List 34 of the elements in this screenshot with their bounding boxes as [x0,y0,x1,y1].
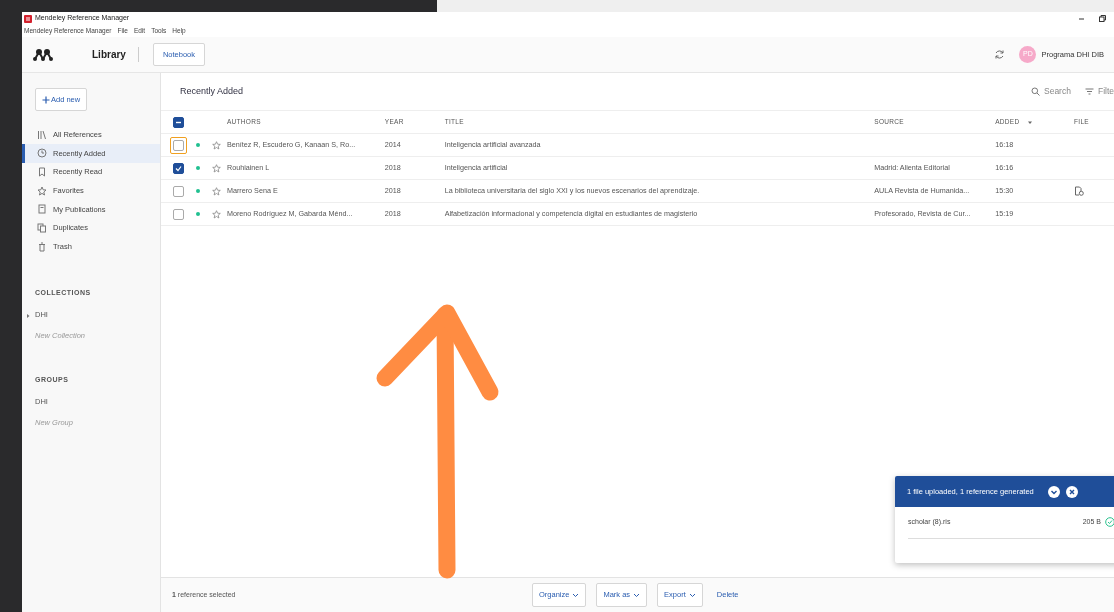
chevron-down-icon [572,592,580,598]
star-icon[interactable] [212,186,222,196]
search-icon [1031,87,1040,96]
page-heading: Recently Added [180,84,244,98]
filter-icon [1084,87,1094,96]
logo-icon [32,47,54,62]
row-checkbox[interactable] [173,185,185,197]
star-icon [37,185,47,196]
star-icon[interactable] [212,209,222,219]
plus-icon [42,95,50,104]
expand-caret-icon[interactable] [26,313,30,318]
tab[interactable]: Library [92,47,139,62]
star-icon[interactable] [212,163,222,173]
duplicate-icon [37,223,47,234]
chevron-down-icon [633,592,641,598]
books-icon [37,129,47,140]
trash-icon [37,241,47,252]
chevron-down-icon [688,592,696,598]
clock-icon [37,148,47,159]
minimize-icon[interactable] [1078,15,1085,22]
sync-icon[interactable] [994,49,1006,60]
star-icon[interactable] [212,140,222,150]
restore-icon[interactable] [1099,15,1106,22]
row-checkbox[interactable] [173,162,185,174]
check-mark-icon [175,164,183,172]
document-icon [37,204,47,215]
bookmark-icon [37,166,47,177]
file-icon[interactable] [1074,186,1085,196]
row-checkbox[interactable] [173,208,185,220]
close-icon[interactable] [1065,485,1078,498]
select-all-checkbox[interactable] [173,116,185,128]
search-button[interactable]: Search [1031,85,1071,98]
filter-button[interactable]: Filte [1084,85,1114,98]
collapse-icon[interactable] [1047,485,1060,498]
